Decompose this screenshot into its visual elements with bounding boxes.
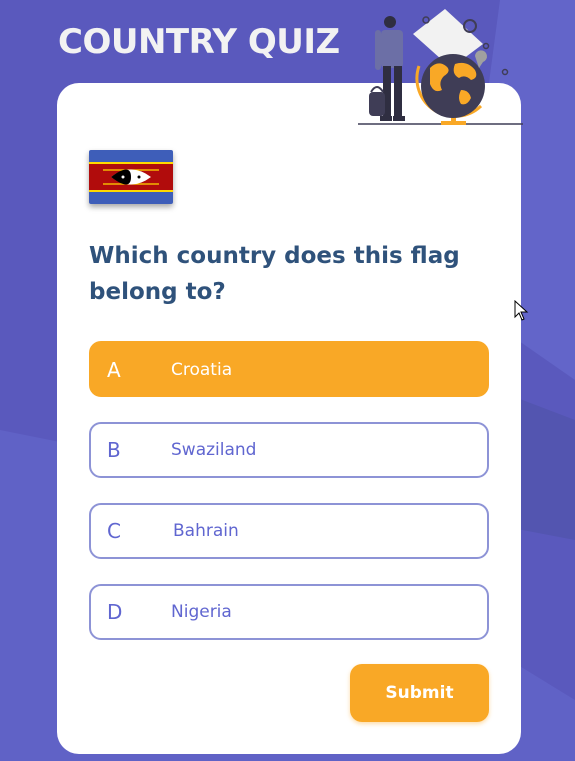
option-label: Nigeria bbox=[171, 602, 232, 622]
answer-option-c[interactable]: C Bahrain bbox=[89, 503, 489, 559]
option-letter: D bbox=[107, 600, 123, 624]
answer-option-a[interactable]: A Croatia bbox=[89, 341, 489, 397]
answer-option-d[interactable]: D Nigeria bbox=[89, 584, 489, 640]
option-label: Bahrain bbox=[173, 521, 239, 541]
answer-option-b[interactable]: B Swaziland bbox=[89, 422, 489, 478]
option-label: Swaziland bbox=[171, 440, 257, 460]
question-text: Which country does this flag belong to? bbox=[89, 243, 460, 305]
option-label: Croatia bbox=[171, 360, 233, 380]
eswatini-flag-icon bbox=[89, 150, 173, 204]
option-letter: A bbox=[107, 358, 121, 382]
mouse-cursor-icon bbox=[514, 300, 529, 321]
option-letter: B bbox=[107, 438, 121, 462]
submit-button[interactable]: Submit bbox=[350, 664, 489, 722]
option-letter: C bbox=[107, 519, 121, 543]
page-title: COUNTRY QUIZ bbox=[58, 22, 340, 62]
traveler-globe-illustration bbox=[358, 9, 523, 125]
